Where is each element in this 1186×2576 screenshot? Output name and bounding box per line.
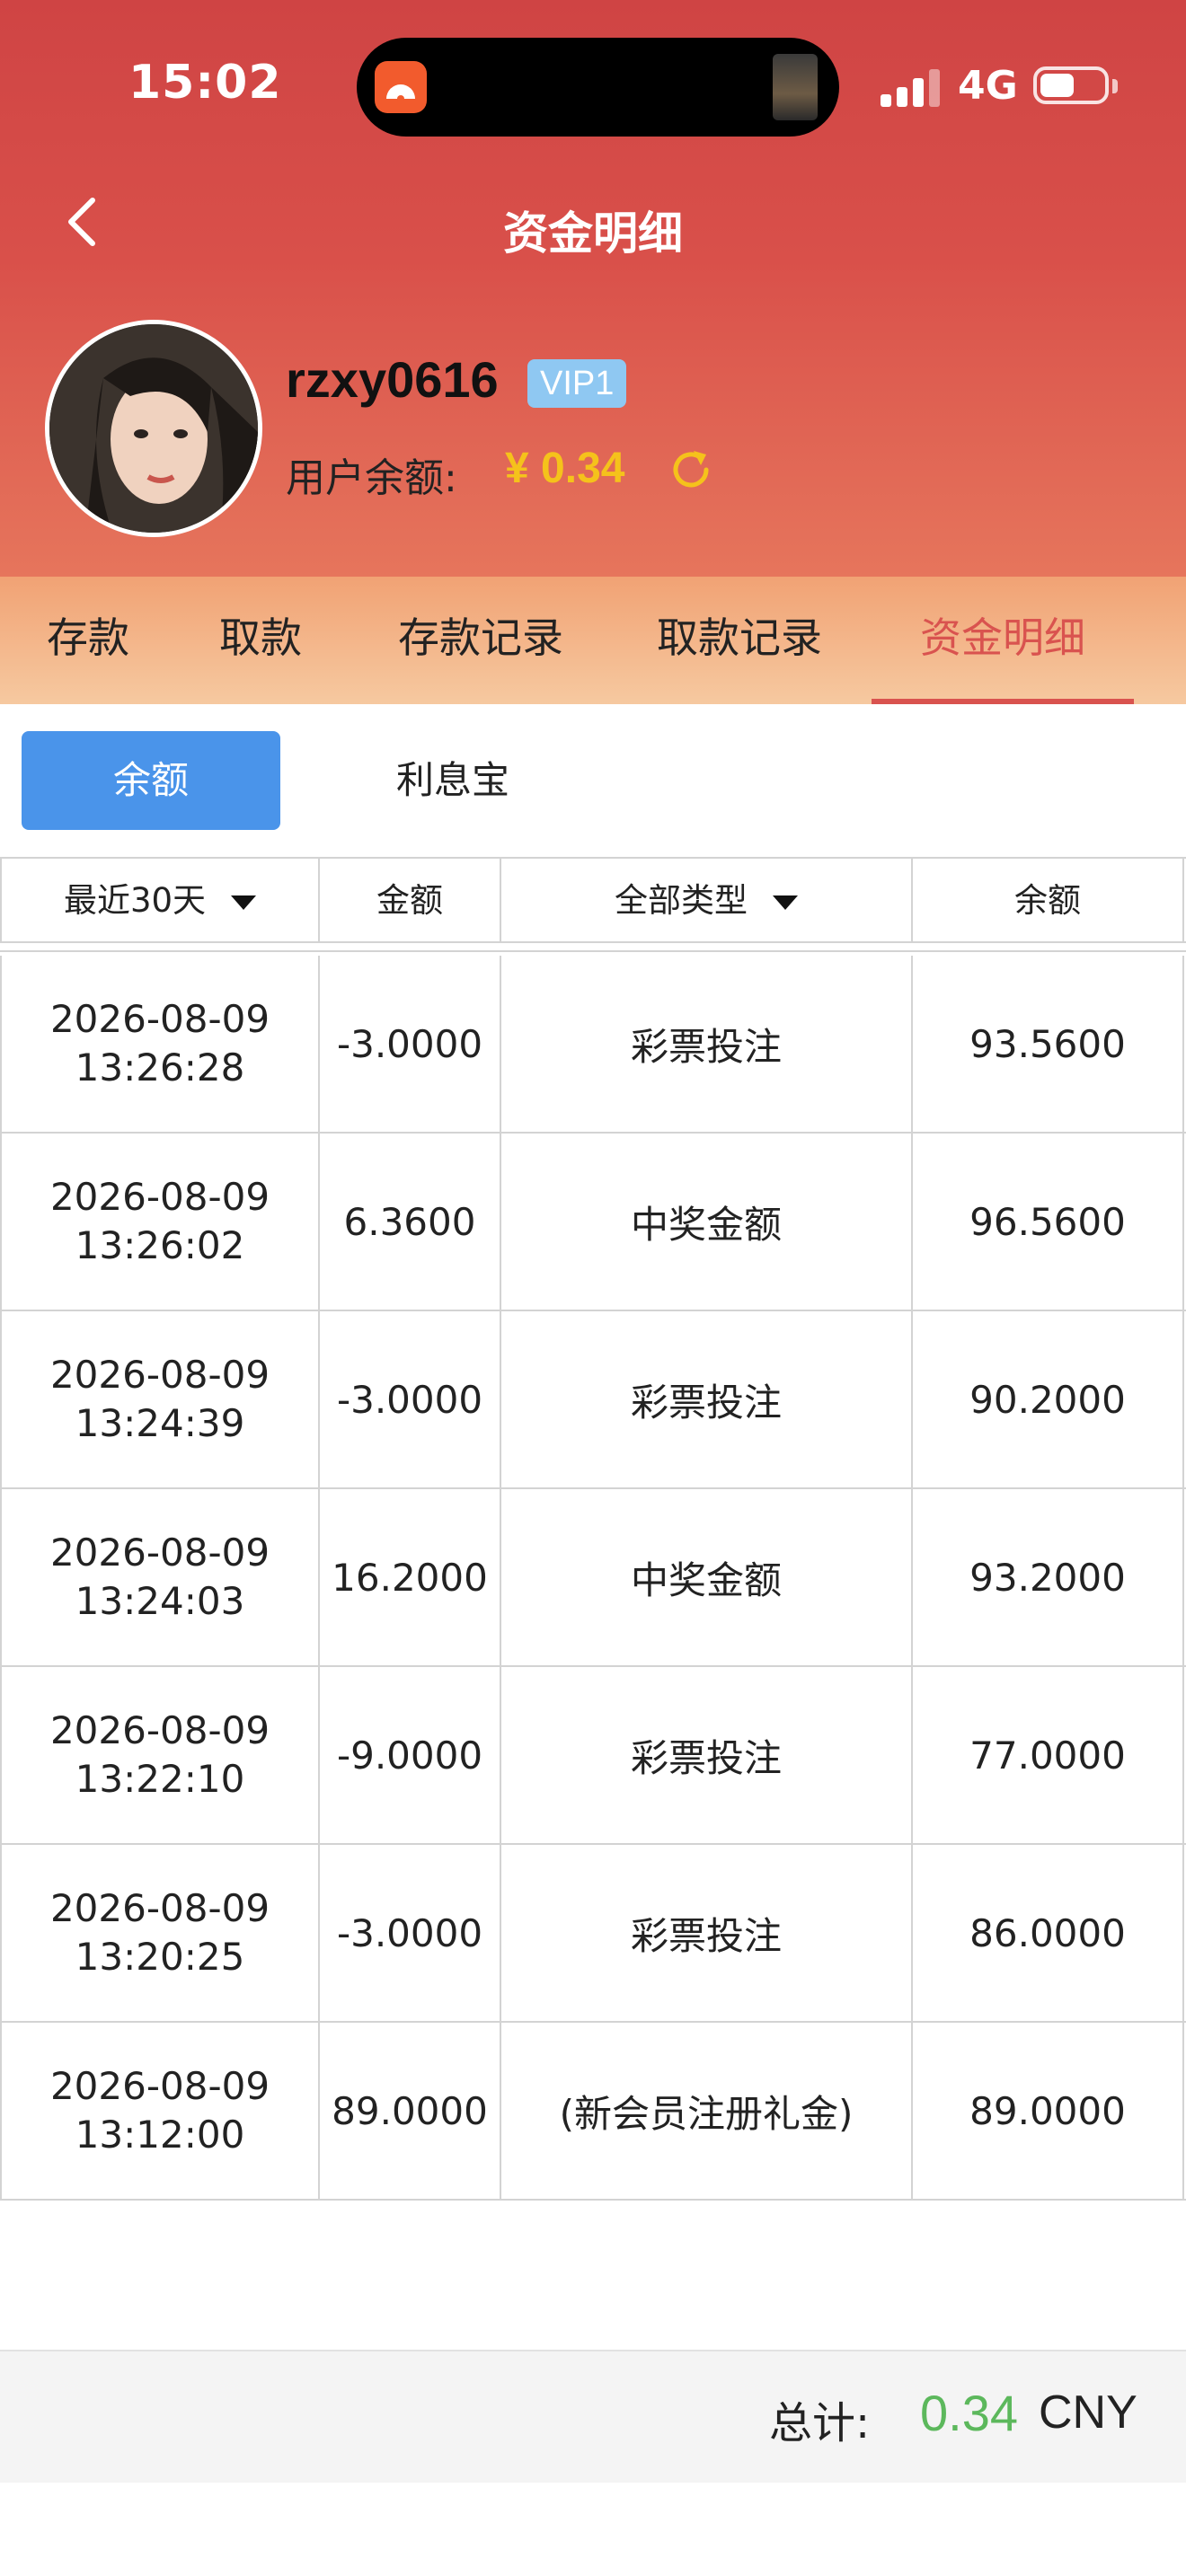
total-currency: CNY [1039,2386,1137,2439]
row-date: 2026-08-09 [49,997,270,1041]
row-amount: 16.2000 [320,1489,501,1665]
row-datetime: 2026-08-09 13:20:25 [0,1845,320,2021]
row-balance: 96.5600 [913,1134,1184,1310]
avatar[interactable] [45,320,262,537]
profile-card: rzxy0616 VIP1 用户余额: ¥ 0.34 [0,314,1186,548]
row-type: 彩票投注 [501,1845,913,2021]
battery-level [1040,74,1074,97]
vip-badge: VIP1 [527,359,627,408]
total-value: 0.34 [920,2385,1018,2441]
table-header: 最近30天 金额 全部类型 余额 [0,857,1186,943]
type-filter-label: 全部类型 [615,881,748,920]
row-time: 13:24:03 [75,1579,245,1623]
row-time: 13:24:39 [75,1401,245,1445]
row-time: 13:22:10 [75,1757,245,1801]
date-filter-label: 最近30天 [63,881,207,920]
row-datetime: 2026-08-09 13:24:39 [0,1311,320,1487]
nav-bar: 资金明细 [0,171,1186,278]
row-datetime: 2026-08-09 13:26:28 [0,956,320,1132]
row-amount: -3.0000 [320,1845,501,2021]
tab-withdraw[interactable]: 取款 [189,577,332,704]
total-label: 总计: [769,2398,871,2448]
tab-deposit-records[interactable]: 存款记录 [377,577,584,704]
table-row[interactable]: 2026-08-09 13:26:28 -3.0000 彩票投注 93.5600 [0,956,1186,1134]
scroll-edge [0,943,1186,952]
row-type: 彩票投注 [501,1311,913,1487]
row-date: 2026-08-09 [49,1353,270,1397]
table-row[interactable]: 2026-08-09 13:12:00 89.0000 (新会员注册礼金) 89.000… [0,2023,1186,2201]
table-row[interactable]: 2026-08-09 13:20:25 -3.0000 彩票投注 86.0000 [0,1845,1186,2023]
row-datetime: 2026-08-09 13:12:00 [0,2023,320,2199]
row-date: 2026-08-09 [49,2064,270,2108]
row-date: 2026-08-09 [49,1708,270,1752]
status-time: 15:02 [128,56,282,110]
balance-value: ¥ 0.34 [505,445,625,492]
battery-tip [1112,79,1118,93]
header: 15:02 4G 资金明细 rzxy0616 VIP1 用户余额: ¥ 0.34 [0,0,1186,577]
row-type: 彩票投注 [501,1667,913,1843]
row-type: 中奖金额 [501,1489,913,1665]
total-bar: 总计: 0.34 CNY [0,2350,1186,2483]
tab-fund-details[interactable]: 资金明细 [895,577,1111,704]
row-amount: 6.3600 [320,1134,501,1310]
tab-withdraw-records[interactable]: 取款记录 [636,577,843,704]
row-time: 13:26:28 [75,1045,245,1090]
row-time: 13:20:25 [75,1935,245,1979]
type-filter[interactable]: 全部类型 [501,859,913,943]
table-row[interactable]: 2026-08-09 13:22:10 -9.0000 彩票投注 77.0000 [0,1667,1186,1845]
row-time: 13:26:02 [75,1223,245,1267]
battery-icon [1033,66,1109,104]
tab-bar: 存款 取款 存款记录 取款记录 资金明细 [0,577,1186,704]
row-date: 2026-08-09 [49,1175,270,1219]
network-type: 4G [958,63,1018,109]
amount-header: 金额 [320,859,501,943]
status-bar: 15:02 4G [0,0,1186,171]
caret-down-icon[interactable] [773,895,798,910]
table-row[interactable]: 2026-08-09 13:24:39 -3.0000 彩票投注 90.2000 [0,1311,1186,1489]
row-balance: 90.2000 [913,1311,1184,1487]
row-amount: -9.0000 [320,1667,501,1843]
row-balance: 86.0000 [913,1845,1184,2021]
row-amount: 89.0000 [320,2023,501,2199]
row-date: 2026-08-09 [49,1886,270,1930]
row-balance: 89.0000 [913,2023,1184,2199]
row-datetime: 2026-08-09 13:22:10 [0,1667,320,1843]
caret-down-icon[interactable] [231,895,257,910]
app-icon [375,61,427,113]
table-row[interactable]: 2026-08-09 13:24:03 16.2000 中奖金额 93.2000 [0,1489,1186,1667]
row-time: 13:12:00 [75,2113,245,2157]
table-row[interactable]: 2026-08-09 13:26:02 6.3600 中奖金额 96.5600 [0,1134,1186,1311]
segment-interest[interactable]: 利息宝 [323,731,582,830]
now-playing-artwork [773,54,818,120]
row-type: (新会员注册礼金) [501,2023,913,2199]
balance-label: 用户余额: [286,455,457,501]
page-title: 资金明细 [503,207,683,260]
date-filter[interactable]: 最近30天 [0,859,320,943]
row-type: 中奖金额 [501,1134,913,1310]
row-type: 彩票投注 [501,956,913,1132]
row-datetime: 2026-08-09 13:24:03 [0,1489,320,1665]
row-amount: -3.0000 [320,1311,501,1487]
balance-header: 余额 [913,859,1184,943]
row-balance: 77.0000 [913,1667,1184,1843]
row-balance: 93.2000 [913,1489,1184,1665]
segment-balance[interactable]: 余额 [22,731,280,830]
row-balance: 93.5600 [913,956,1184,1132]
row-date: 2026-08-09 [49,1531,270,1575]
refresh-icon[interactable] [667,446,715,494]
row-amount: -3.0000 [320,956,501,1132]
balance-type-toggle: 余额 利息宝 [0,704,1186,857]
username: rzxy0616 [286,351,499,408]
dynamic-island[interactable] [357,38,839,137]
row-datetime: 2026-08-09 13:26:02 [0,1134,320,1310]
tab-deposit[interactable]: 存款 [16,577,160,704]
signal-icon [881,67,943,107]
